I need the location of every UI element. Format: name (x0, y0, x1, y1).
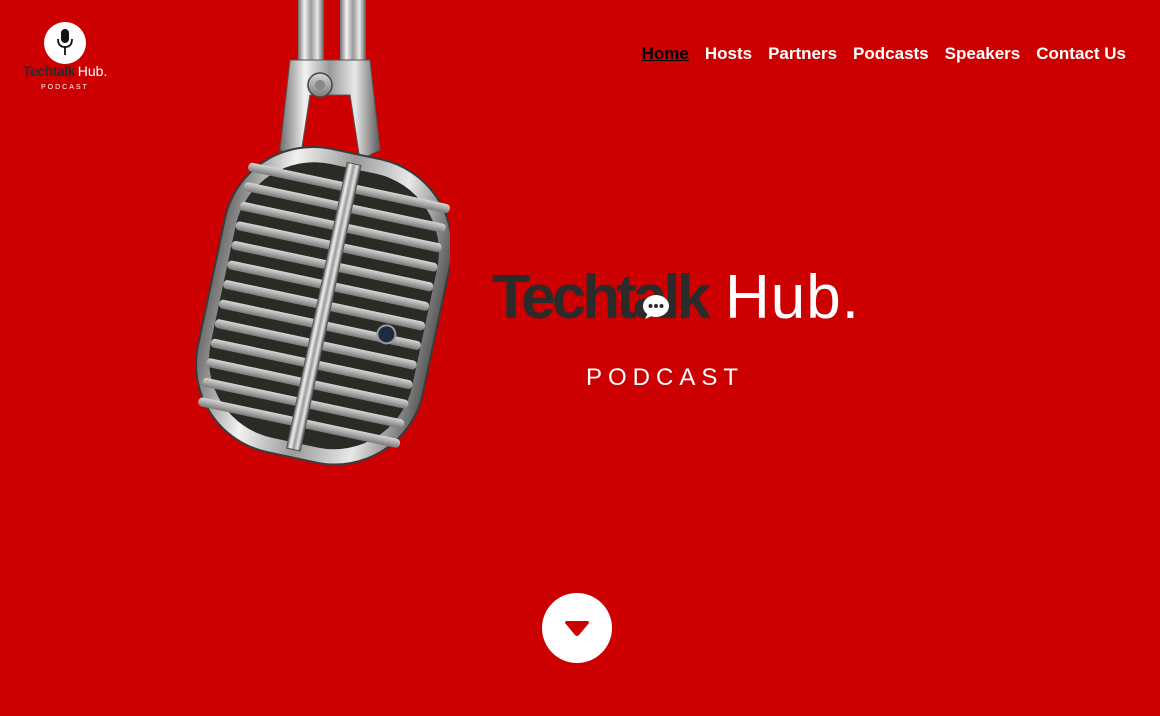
logo-mic-badge (44, 22, 86, 64)
hero-logo: Techtalk Hub. PODCAST (490, 262, 890, 402)
logo-brand-dark: Techtalk (23, 63, 75, 79)
nav-item-hosts[interactable]: Hosts (705, 44, 752, 64)
nav-item-podcasts[interactable]: Podcasts (853, 44, 929, 64)
chevron-down-icon (565, 621, 589, 636)
logo-brand-light: Hub. (77, 63, 108, 79)
nav-item-speakers[interactable]: Speakers (945, 44, 1021, 64)
nav-item-home[interactable]: Home (642, 44, 689, 64)
chat-bubble-icon (643, 295, 669, 319)
hero-microphone-image (195, 0, 450, 466)
microphone-icon (57, 29, 73, 55)
logo-wordmark: Techtalk Hub. (23, 63, 107, 79)
main-nav: Home Hosts Partners Podcasts Speakers Co… (642, 44, 1126, 64)
hero-subtitle: PODCAST (586, 364, 745, 391)
site-logo[interactable]: Techtalk Hub. PODCAST (18, 18, 122, 98)
nav-item-contact-us[interactable]: Contact Us (1036, 44, 1126, 64)
hero-brand-light: Hub. (724, 263, 860, 332)
logo-subtitle: PODCAST (41, 84, 89, 91)
page: Techtalk Hub. PODCAST Home Hosts Partners… (0, 0, 1160, 716)
hero-brand-dark: Techtalk (492, 263, 711, 332)
nav-item-partners[interactable]: Partners (768, 44, 837, 64)
hero-wordmark: Techtalk Hub. (492, 262, 860, 334)
scroll-down-button[interactable] (542, 593, 612, 663)
